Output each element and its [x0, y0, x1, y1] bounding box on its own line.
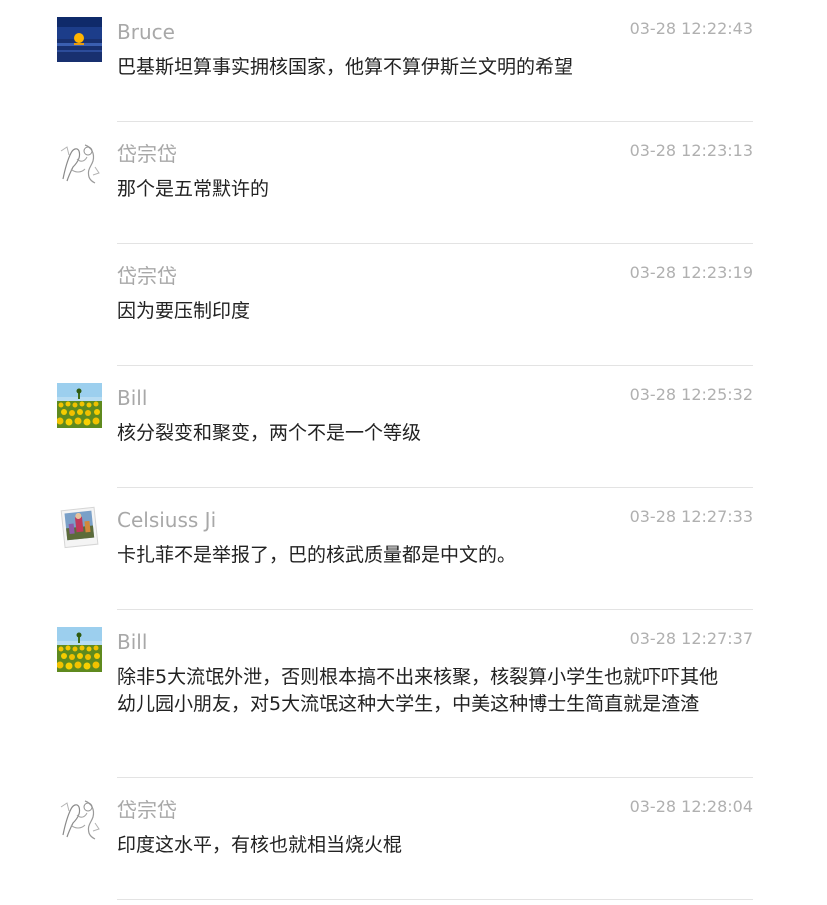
sender-name[interactable]: 岱宗岱	[117, 263, 177, 289]
message-text: 印度这水平，有核也就相当烧火棍	[117, 834, 403, 856]
message-item: Bill 03-28 12:27:37 除非5大流氓外泄，否则根本搞不出来核聚，…	[0, 610, 827, 778]
message-text: 因为要压制印度	[117, 300, 251, 322]
message-timestamp: 03-28 12:28:04	[629, 797, 753, 816]
message-item: 岱宗岱 03-28 12:28:04 印度这水平，有核也就相当烧火棍	[0, 778, 827, 900]
message-text: 那个是五常默许的	[117, 178, 270, 200]
message-text: 除非5大流氓外泄，否则根本搞不出来核聚，核裂算小学生也就吓吓其他幼儿园小朋友，对…	[117, 666, 719, 715]
sunset-avatar-icon	[57, 17, 102, 62]
avatar[interactable]	[57, 383, 102, 428]
message-timestamp: 03-28 12:23:13	[629, 141, 753, 160]
avatar[interactable]	[57, 17, 102, 62]
sender-name[interactable]: Bill	[117, 385, 147, 411]
message-timestamp: 03-28 12:25:32	[629, 385, 753, 404]
sketch-avatar-icon	[57, 139, 102, 184]
sender-name[interactable]: Bill	[117, 629, 147, 655]
message-text: 卡扎菲不是举报了，巴的核武质量都是中文的。	[117, 544, 517, 566]
avatar[interactable]	[57, 627, 102, 672]
sender-name[interactable]: 岱宗岱	[117, 797, 177, 823]
sunflower-avatar-icon	[57, 627, 102, 672]
message-item: Bruce 03-28 12:22:43 巴基斯坦算事实拥核国家，他算不算伊斯兰…	[0, 0, 827, 122]
message-text: 核分裂变和聚变，两个不是一个等级	[117, 422, 422, 444]
chat-message-list: Bruce 03-28 12:22:43 巴基斯坦算事实拥核国家，他算不算伊斯兰…	[0, 0, 827, 900]
message-item: 岱宗岱 03-28 12:23:13 那个是五常默许的	[0, 122, 827, 244]
avatar[interactable]	[57, 795, 102, 840]
sketch-avatar-icon	[57, 795, 102, 840]
message-text: 巴基斯坦算事实拥核国家，他算不算伊斯兰文明的希望	[117, 56, 574, 78]
message-timestamp: 03-28 12:23:19	[629, 263, 753, 282]
sender-name[interactable]: Celsiuss Ji	[117, 507, 216, 533]
avatar[interactable]	[57, 505, 102, 550]
avatar[interactable]	[57, 139, 102, 184]
message-timestamp: 03-28 12:27:33	[629, 507, 753, 526]
message-timestamp: 03-28 12:22:43	[629, 19, 753, 38]
sender-name[interactable]: 岱宗岱	[117, 141, 177, 167]
sunflower-avatar-icon	[57, 383, 102, 428]
photo-avatar-icon	[57, 505, 102, 550]
message-item: Bill 03-28 12:25:32 核分裂变和聚变，两个不是一个等级	[0, 366, 827, 488]
sender-name[interactable]: Bruce	[117, 19, 175, 45]
message-timestamp: 03-28 12:27:37	[629, 629, 753, 648]
message-item: 岱宗岱 03-28 12:23:19 因为要压制印度	[0, 244, 827, 366]
divider	[117, 899, 753, 900]
message-item: Celsiuss Ji 03-28 12:27:33 卡扎菲不是举报了，巴的核武…	[0, 488, 827, 610]
